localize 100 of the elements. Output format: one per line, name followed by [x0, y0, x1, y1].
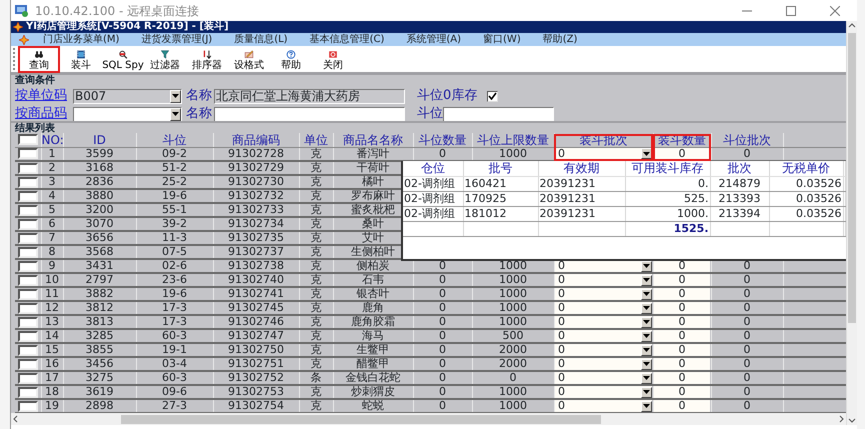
dropdown-button[interactable] [641, 372, 652, 383]
toolbar-button[interactable]: 设格式 [228, 46, 270, 72]
batch-dropdown[interactable]: 0 [555, 358, 652, 369]
quantity-field[interactable]: 0 [654, 400, 710, 411]
table-cell: 0 [413, 147, 472, 161]
table-cell: 91302729 [213, 161, 299, 175]
table-cell: 0 [711, 343, 783, 357]
toolbar-button[interactable]: 装斗 [60, 46, 102, 72]
column-header: 商品名名称 [333, 133, 413, 147]
toolbar-button[interactable]: 帮助 [270, 46, 312, 72]
quantity-field[interactable]: 0 [654, 274, 710, 285]
dropdown-button[interactable] [641, 358, 652, 369]
vertical-scrollbar[interactable] [846, 21, 857, 425]
row-checkbox[interactable] [18, 176, 38, 187]
quantity-field[interactable]: 0 [654, 358, 710, 369]
row-checkbox[interactable] [18, 274, 38, 285]
row-checkbox[interactable] [18, 260, 38, 271]
row-checkbox[interactable] [18, 190, 38, 201]
table-cell: 克 [299, 301, 333, 315]
table-cell: 03-4 [136, 357, 213, 371]
menu-item[interactable]: 基本信息管理(C) [310, 33, 384, 46]
table-cell: 17-3 [136, 315, 213, 329]
slot-field[interactable] [443, 106, 554, 122]
dropdown-button[interactable] [641, 400, 652, 411]
product-code-link[interactable]: 按商品码 [15, 104, 73, 124]
table-cell: 3168 [63, 161, 136, 175]
batch-dropdown[interactable]: 0 [555, 260, 652, 271]
menu-item[interactable]: 系统管理(A) [406, 33, 462, 46]
toolbar-button[interactable]: SQL Spy [102, 46, 144, 72]
caret-icon [643, 334, 650, 338]
row-checkbox[interactable] [18, 386, 38, 397]
table-cell: 鹿角 [333, 301, 413, 315]
unit-code-dropdown[interactable]: B007 [73, 88, 182, 104]
table-cell: 0 [711, 315, 783, 329]
table-cell: 0.03526 [769, 206, 843, 221]
dropdown-button[interactable] [641, 302, 652, 313]
row-checkbox[interactable] [18, 232, 38, 243]
menu-item[interactable]: 质量信息(L) [234, 33, 288, 46]
app-menu-icon[interactable] [19, 34, 29, 44]
toolbar-button[interactable]: 关闭 [312, 46, 354, 72]
product-code-dropdown[interactable] [73, 106, 182, 122]
quantity-field[interactable]: 0 [654, 344, 710, 355]
quantity-field[interactable]: 0 [654, 302, 710, 313]
funnel-icon [158, 50, 172, 58]
dropdown-button[interactable] [170, 90, 181, 102]
dropdown-button[interactable] [641, 386, 652, 397]
menu-item[interactable]: 进货发票管理(J) [141, 33, 212, 46]
dropdown-button[interactable] [641, 330, 652, 341]
product-name-field[interactable] [214, 106, 405, 122]
zero-stock-checkbox[interactable] [487, 90, 498, 102]
quantity-field[interactable]: 0 [654, 316, 710, 327]
row-checkbox[interactable] [18, 316, 38, 327]
menu-item[interactable]: 门店业务菜单(M) [43, 33, 120, 46]
batch-dropdown[interactable]: 0 [555, 400, 652, 411]
menu-item[interactable]: 帮助(Z) [542, 33, 578, 46]
batch-dropdown[interactable]: 0 [555, 386, 652, 397]
select-all-checkbox[interactable] [18, 134, 38, 146]
close-icon[interactable] [830, 6, 840, 16]
horizontal-scrollbar[interactable] [11, 413, 846, 425]
row-checkbox[interactable] [18, 358, 38, 369]
row-checkbox[interactable] [18, 162, 38, 173]
batch-dropdown[interactable]: 0 [555, 372, 652, 383]
table-cell: 0 [711, 273, 783, 287]
toolbar-button[interactable]: 查询 [18, 46, 60, 72]
row-checkbox[interactable] [18, 400, 38, 411]
row-checkbox[interactable] [18, 372, 38, 383]
unit-code-link[interactable]: 按单位码 [15, 86, 73, 106]
row-checkbox[interactable] [18, 344, 38, 355]
batch-dropdown[interactable]: 0 [555, 344, 652, 355]
row-checkbox[interactable] [18, 204, 38, 215]
batch-dropdown[interactable]: 0 [555, 274, 652, 285]
quantity-field[interactable]: 0 [654, 330, 710, 341]
dropdown-button[interactable] [641, 274, 652, 285]
window-title: 10.10.42.100 - 远程桌面连接 [35, 2, 200, 20]
quantity-field[interactable]: 0 [654, 386, 710, 397]
caret-icon [643, 362, 650, 366]
quantity-field[interactable]: 0 [654, 260, 710, 271]
row-checkbox[interactable] [18, 246, 38, 257]
quantity-field[interactable]: 0 [654, 372, 710, 383]
batch-dropdown[interactable]: 0 [555, 330, 652, 341]
dropdown-button[interactable] [641, 148, 652, 159]
row-checkbox[interactable] [18, 148, 38, 159]
row-checkbox[interactable] [18, 302, 38, 313]
batch-dropdown[interactable]: 0 [555, 316, 652, 327]
row-checkbox[interactable] [18, 330, 38, 341]
table-cell: 0 [413, 385, 472, 399]
row-checkbox[interactable] [18, 218, 38, 229]
dropdown-button[interactable] [170, 108, 181, 120]
batch-dropdown[interactable]: 0 [555, 288, 652, 299]
menu-item[interactable]: 窗口(W) [483, 33, 521, 46]
quantity-field[interactable]: 0 [654, 288, 710, 299]
maximize-icon[interactable] [786, 6, 796, 16]
row-checkbox[interactable] [18, 288, 38, 299]
toolbar-button[interactable]: 过滤器 [144, 46, 186, 72]
toolbar-button[interactable]: 排序器 [186, 46, 228, 72]
batch-dropdown[interactable]: 0 [555, 302, 652, 313]
dropdown-button[interactable] [641, 344, 652, 355]
dropdown-button[interactable] [641, 260, 652, 271]
dropdown-button[interactable] [641, 316, 652, 327]
dropdown-button[interactable] [641, 288, 652, 299]
